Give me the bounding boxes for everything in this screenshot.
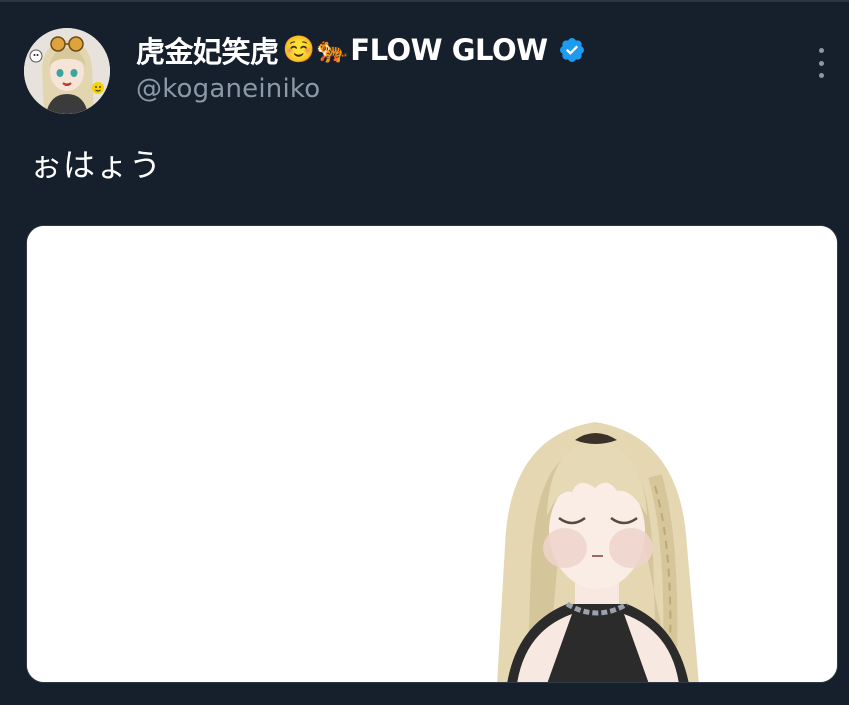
character-illustration-image — [27, 226, 837, 682]
display-name-text: 虎金妃笑虎 — [136, 35, 279, 69]
tweet-text: ぉはょう — [30, 146, 163, 184]
tiger-icon: 🐅 — [316, 35, 349, 65]
verified-badge-icon — [558, 36, 586, 64]
tweet-media[interactable] — [26, 225, 838, 683]
user-handle[interactable]: @koganeiniko — [136, 74, 320, 104]
tweet-card: 虎金妃笑虎 ☺️ 🐅 FLOW GLOW @koganeiniko ぉはょう — [0, 0, 849, 705]
display-name[interactable]: 虎金妃笑虎 ☺️ 🐅 FLOW GLOW — [136, 30, 586, 70]
smiling-face-icon: ☺️ — [282, 35, 315, 65]
avatar[interactable] — [24, 28, 110, 114]
divider — [0, 0, 849, 2]
avatar-image — [24, 28, 110, 114]
more-options-icon[interactable] — [810, 48, 832, 78]
display-name-suffix: FLOW GLOW — [350, 33, 548, 67]
